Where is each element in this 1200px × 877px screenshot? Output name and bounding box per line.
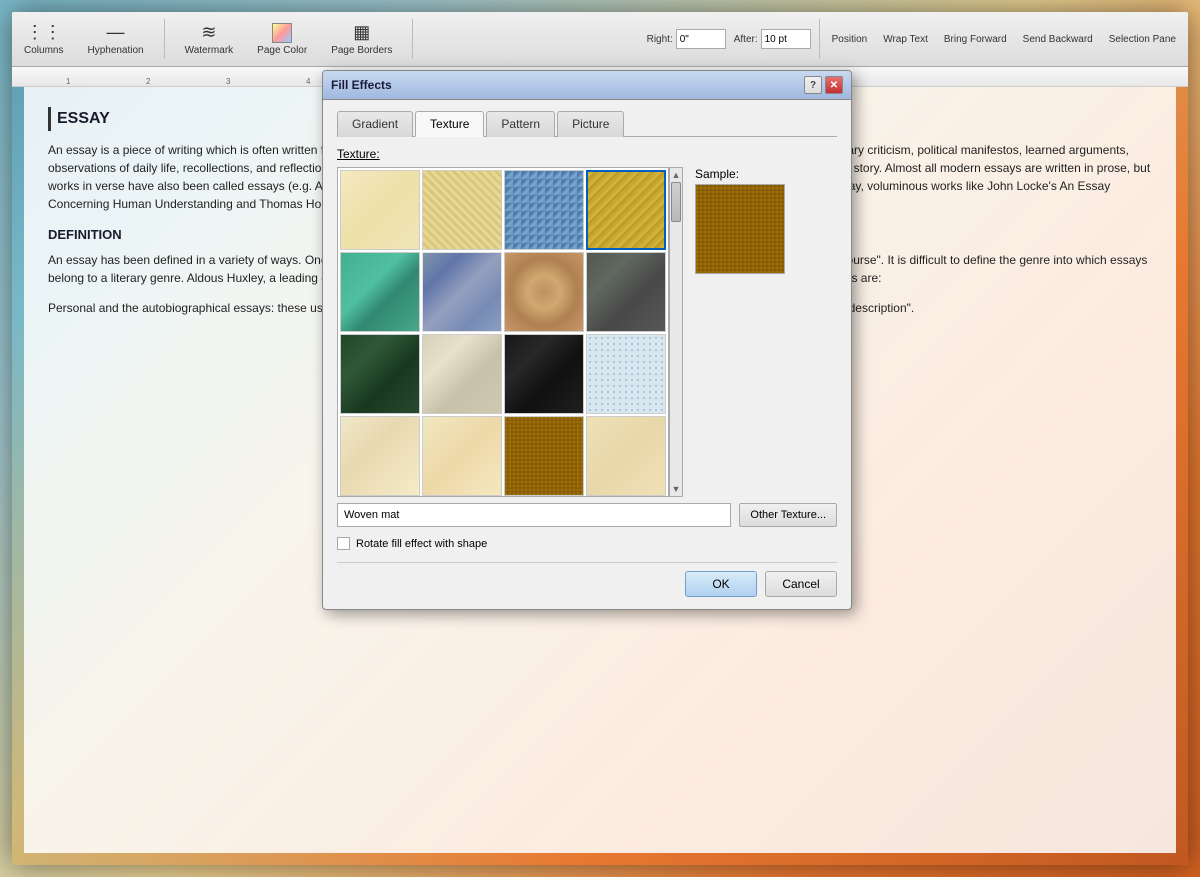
- rotate-row: Rotate fill effect with shape: [337, 537, 837, 550]
- sample-label: Sample:: [695, 167, 785, 181]
- send-backward-label: Send Backward: [1023, 34, 1093, 45]
- hyphenation-button[interactable]: — Hyphenation: [83, 20, 147, 58]
- ribbon-separator-1: [164, 19, 165, 59]
- columns-button[interactable]: ⋮⋮ Columns: [20, 20, 67, 58]
- bring-forward-button[interactable]: Bring Forward: [940, 32, 1011, 47]
- position-label: Position: [832, 34, 868, 45]
- tab-texture[interactable]: Texture: [415, 111, 484, 137]
- dialog-title-bar: Fill Effects ? ✕: [323, 71, 851, 100]
- tab-pattern-label: Pattern: [501, 117, 540, 131]
- after-field: After:: [734, 29, 811, 49]
- ok-button[interactable]: OK: [685, 571, 757, 597]
- texture-cell-black[interactable]: [504, 334, 584, 414]
- ribbon-separator-3: [819, 19, 820, 59]
- other-texture-button[interactable]: Other Texture...: [739, 503, 837, 527]
- texture-cell-cream4[interactable]: [586, 416, 666, 496]
- texture-grid-wrapper: ▲ ▼: [337, 167, 683, 497]
- fill-effects-dialog: Fill Effects ? ✕ Gradient Texture: [322, 70, 852, 610]
- wrap-text-button[interactable]: Wrap Text: [879, 32, 932, 47]
- tab-picture-label: Picture: [572, 117, 609, 131]
- texture-cell-beige[interactable]: [422, 170, 502, 250]
- dialog-title-text: Fill Effects: [331, 78, 392, 92]
- page-borders-button[interactable]: ▦ Page Borders: [327, 20, 396, 58]
- rotate-checkbox[interactable]: [337, 537, 350, 550]
- cancel-button[interactable]: Cancel: [765, 571, 837, 597]
- watermark-button[interactable]: ≋ Watermark: [181, 20, 238, 58]
- tab-texture-label: Texture: [430, 117, 469, 131]
- texture-scrollbar[interactable]: ▲ ▼: [669, 167, 683, 497]
- page-color-button[interactable]: Page Color: [253, 21, 311, 58]
- page-color-label: Page Color: [257, 45, 307, 56]
- rotate-label: Rotate fill effect with shape: [356, 538, 487, 550]
- columns-icon: ⋮⋮: [26, 22, 62, 43]
- bring-forward-label: Bring Forward: [944, 34, 1007, 45]
- right-controls: Right: After: Position Wrap Text Bring F…: [647, 19, 1180, 59]
- ribbon-group-columns: ⋮⋮ Columns: [20, 20, 67, 58]
- texture-cell-blue-weave[interactable]: [504, 170, 584, 250]
- after-input[interactable]: [761, 29, 811, 49]
- hyphenation-icon: —: [107, 22, 125, 43]
- ruler-tick-4: 4: [306, 77, 310, 86]
- page-borders-label: Page Borders: [331, 45, 392, 56]
- send-backward-button[interactable]: Send Backward: [1019, 32, 1097, 47]
- tab-gradient-label: Gradient: [352, 117, 398, 131]
- ruler-tick-2: 2: [146, 77, 150, 86]
- selection-pane-label: Selection Pane: [1109, 34, 1176, 45]
- texture-name-text: Woven mat: [344, 509, 399, 521]
- right-input[interactable]: [676, 29, 726, 49]
- sample-box: [695, 184, 785, 274]
- texture-cell-light-marble[interactable]: [422, 334, 502, 414]
- dialog-title-buttons: ? ✕: [804, 76, 843, 94]
- sample-section: Sample:: [695, 167, 785, 274]
- page-color-icon: [272, 23, 292, 43]
- texture-cell-cream3[interactable]: [422, 416, 502, 496]
- ribbon-separator-2: [412, 19, 413, 59]
- tab-picture[interactable]: Picture: [557, 111, 624, 137]
- right-field: Right:: [647, 29, 726, 49]
- tab-pattern[interactable]: Pattern: [486, 111, 555, 137]
- texture-cell-woven[interactable]: [504, 416, 584, 496]
- dialog-buttons: OK Cancel: [337, 562, 837, 597]
- texture-cell-cream2[interactable]: [340, 416, 420, 496]
- texture-cell-dark-green[interactable]: [340, 334, 420, 414]
- texture-name-box: Woven mat: [337, 503, 731, 527]
- ruler-tick-1: 1: [66, 77, 70, 86]
- position-button[interactable]: Position: [828, 32, 872, 47]
- page-borders-icon: ▦: [353, 22, 370, 43]
- tab-gradient[interactable]: Gradient: [337, 111, 413, 137]
- texture-cell-brown-spot[interactable]: [504, 252, 584, 332]
- close-button[interactable]: ✕: [825, 76, 843, 94]
- right-label: Right:: [647, 34, 673, 45]
- texture-cell-satellite[interactable]: [422, 252, 502, 332]
- help-button[interactable]: ?: [804, 76, 822, 94]
- hyphenation-label: Hyphenation: [87, 45, 143, 56]
- texture-section-label: Texture:: [337, 147, 837, 161]
- columns-label: Columns: [24, 45, 63, 56]
- texture-cell-dark-gray[interactable]: [586, 252, 666, 332]
- selection-pane-button[interactable]: Selection Pane: [1105, 32, 1180, 47]
- polaroid-frame: ⋮⋮ Columns — Hyphenation ≋ Watermark Pag…: [12, 12, 1188, 865]
- watermark-label: Watermark: [185, 45, 234, 56]
- texture-name-row: Woven mat Other Texture...: [337, 503, 837, 527]
- texture-cell-blue-dots[interactable]: [586, 334, 666, 414]
- tab-row: Gradient Texture Pattern Picture: [337, 110, 837, 137]
- ribbon-bar: ⋮⋮ Columns — Hyphenation ≋ Watermark Pag…: [12, 12, 1188, 67]
- ruler-tick-3: 3: [226, 77, 230, 86]
- texture-grid: [337, 167, 669, 497]
- dialog-body: Gradient Texture Pattern Picture Texture…: [323, 100, 851, 609]
- scrollbar-thumb[interactable]: [671, 182, 681, 222]
- wrap-text-label: Wrap Text: [883, 34, 928, 45]
- texture-cell-teal[interactable]: [340, 252, 420, 332]
- texture-cell-gold[interactable]: [586, 170, 666, 250]
- after-label: After:: [734, 34, 758, 45]
- texture-cell-cream[interactable]: [340, 170, 420, 250]
- watermark-icon: ≋: [201, 22, 216, 43]
